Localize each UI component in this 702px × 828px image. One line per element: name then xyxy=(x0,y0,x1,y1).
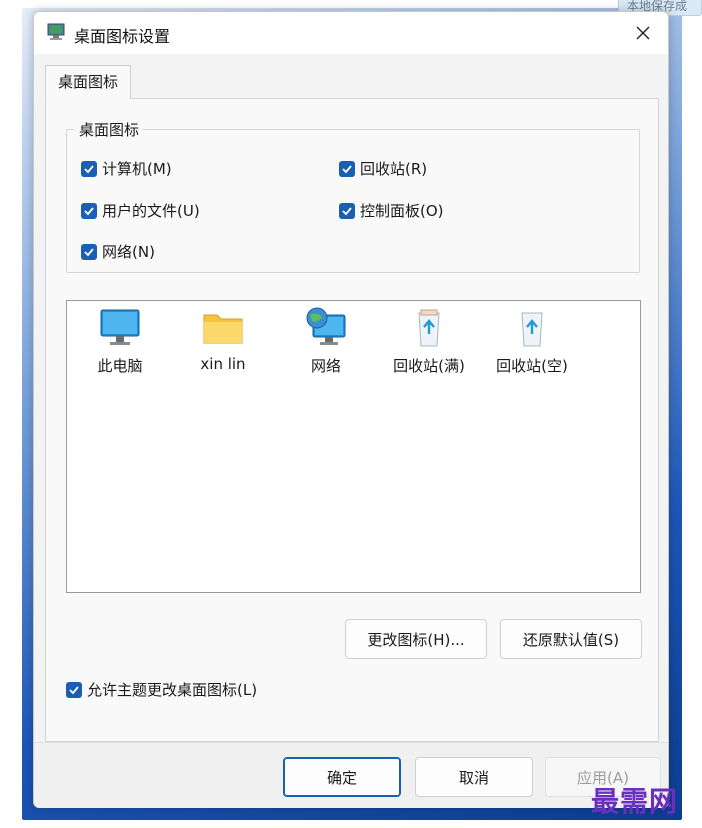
change-icon-button[interactable]: 更改图标(H)... xyxy=(345,619,487,659)
checkbox-checked-icon xyxy=(339,202,355,219)
dialog-footer: 确定 取消 应用(A) xyxy=(34,742,668,808)
checkbox-checked-icon xyxy=(66,681,82,698)
desktop-icons-group: 桌面图标 计算机(M) 回收站(R) 用户的文件(U) 控制面板(O) 网络(N… xyxy=(66,119,640,273)
watermark-text: 最需网 xyxy=(591,785,679,818)
settings-app-icon xyxy=(47,23,67,41)
desktop-icon-settings-dialog: 桌面图标设置 桌面图标 桌面图标 计算机(M) 回收站(R) 用户的文件(U) xyxy=(33,11,669,808)
close-icon xyxy=(636,26,650,40)
network-globe-icon xyxy=(306,307,346,345)
folder-icon xyxy=(203,314,243,344)
checkbox-label: 回收站(R) xyxy=(360,160,428,178)
checkbox-label: 计算机(M) xyxy=(102,160,172,178)
control-panel-checkbox[interactable]: 控制面板(O) xyxy=(339,200,444,221)
tab-panel: 桌面图标 计算机(M) 回收站(R) 用户的文件(U) 控制面板(O) 网络(N… xyxy=(45,98,659,742)
checkbox-label: 用户的文件(U) xyxy=(102,202,200,220)
checkbox-checked-icon xyxy=(339,160,355,177)
network-checkbox[interactable]: 网络(N) xyxy=(81,241,155,262)
monitor-icon xyxy=(100,309,140,345)
icon-item-this-pc[interactable]: 此电脑 xyxy=(74,307,166,376)
user-files-checkbox[interactable]: 用户的文件(U) xyxy=(81,200,200,221)
checkbox-label: 控制面板(O) xyxy=(360,202,444,220)
window-title: 桌面图标设置 xyxy=(74,27,171,46)
recycle-bin-full-icon xyxy=(418,309,440,347)
icon-item-user-folder[interactable]: xin lin xyxy=(177,307,269,373)
tab-desktop-icons[interactable]: 桌面图标 xyxy=(45,65,131,99)
title-bar: 桌面图标设置 xyxy=(34,12,668,54)
icon-item-recycle-bin-empty[interactable]: 回收站(空) xyxy=(486,307,578,376)
group-legend: 桌面图标 xyxy=(75,119,144,140)
recycle-bin-checkbox[interactable]: 回收站(R) xyxy=(339,158,427,179)
checkbox-label: 网络(N) xyxy=(102,243,155,261)
close-button[interactable] xyxy=(628,19,658,47)
recycle-bin-empty-icon xyxy=(521,312,543,347)
icon-label: 此电脑 xyxy=(97,357,143,375)
icon-preview-list[interactable]: 此电脑 xin lin 网络 回收站(满) 回收站(空) xyxy=(66,300,641,593)
checkbox-checked-icon xyxy=(81,243,97,260)
allow-themes-checkbox[interactable]: 允许主题更改桌面图标(L) xyxy=(66,679,257,700)
cancel-button[interactable]: 取消 xyxy=(415,757,533,797)
checkbox-label: 允许主题更改桌面图标(L) xyxy=(87,681,258,699)
checkbox-checked-icon xyxy=(81,160,97,177)
icon-label: 网络 xyxy=(310,357,341,375)
icon-label: 回收站(满) xyxy=(393,357,465,375)
computer-checkbox[interactable]: 计算机(M) xyxy=(81,158,172,179)
icon-label: 回收站(空) xyxy=(496,357,568,375)
ok-button[interactable]: 确定 xyxy=(283,757,401,797)
restore-default-button[interactable]: 还原默认值(S) xyxy=(500,619,642,659)
icon-label: xin lin xyxy=(200,355,246,373)
icon-item-network[interactable]: 网络 xyxy=(280,307,372,376)
checkbox-checked-icon xyxy=(81,202,97,219)
icon-item-recycle-bin-full[interactable]: 回收站(满) xyxy=(383,307,475,376)
